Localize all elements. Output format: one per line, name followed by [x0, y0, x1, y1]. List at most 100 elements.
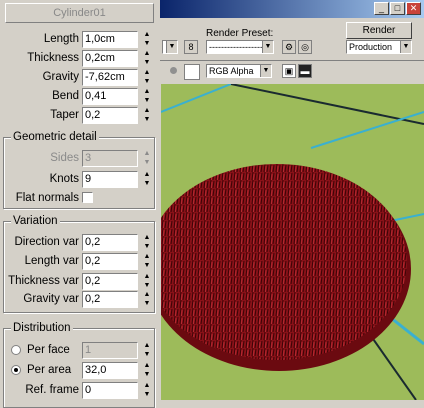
thickness-var-row: Thickness var 0,2 ▲ ▼: [0, 273, 160, 290]
thickness-var-spinner[interactable]: ▲ ▼: [142, 273, 152, 290]
spinner-down-icon[interactable]: ▼: [142, 282, 152, 290]
spinner-up-icon[interactable]: ▲: [142, 382, 152, 390]
per-face-spinner[interactable]: ▲ ▼: [142, 342, 152, 359]
per-face-radio[interactable]: [11, 345, 21, 355]
mono-icon[interactable]: ▣: [282, 64, 296, 78]
sides-spinner[interactable]: ▲ ▼: [142, 150, 152, 167]
direction-var-label: Direction var: [14, 236, 79, 248]
ref-frame-label: Ref. frame: [25, 384, 79, 396]
gravity-var-input[interactable]: 0,2: [82, 291, 138, 308]
chevron-down-icon: ▼: [260, 65, 271, 77]
length-var-input[interactable]: 0,2: [82, 253, 138, 270]
bend-spinner[interactable]: ▲ ▼: [142, 88, 152, 105]
spinner-down-icon[interactable]: ▼: [142, 78, 152, 86]
spinner-up-icon[interactable]: ▲: [142, 171, 152, 179]
bend-label: Bend: [52, 90, 79, 102]
taper-input[interactable]: 0,2: [82, 107, 138, 124]
spinner-up-icon[interactable]: ▲: [142, 150, 152, 158]
spinner-down-icon[interactable]: ▼: [142, 40, 152, 48]
length-input[interactable]: 1,0cm: [82, 31, 138, 48]
gravity-input[interactable]: -7,62cm: [82, 69, 138, 86]
spinner-down-icon[interactable]: ▼: [142, 262, 152, 270]
spinner-up-icon[interactable]: ▲: [142, 234, 152, 242]
ref-frame-input[interactable]: 0: [82, 382, 138, 399]
object-name-button[interactable]: Cylinder01: [5, 3, 154, 23]
direction-var-spinner[interactable]: ▲ ▼: [142, 234, 152, 251]
ref-frame-spinner[interactable]: ▲ ▼: [142, 382, 152, 399]
thickness-var-input[interactable]: 0,2: [82, 273, 138, 290]
length-var-spinner[interactable]: ▲ ▼: [142, 253, 152, 270]
knots-spinner[interactable]: ▲ ▼: [142, 171, 152, 188]
maximize-icon[interactable]: □: [390, 2, 405, 15]
ref-frame-row: Ref. frame 0 ▲ ▼: [0, 382, 160, 399]
channel-dropdown[interactable]: RGB Alpha ▼: [206, 64, 272, 78]
rendered-scene: [161, 84, 424, 400]
per-area-spinner[interactable]: ▲ ▼: [142, 362, 152, 379]
lock-icon[interactable]: 8: [184, 40, 198, 54]
per-face-input[interactable]: 1: [82, 342, 138, 359]
render-mode-dropdown[interactable]: Production ▼: [346, 40, 412, 54]
spinner-up-icon[interactable]: ▲: [142, 342, 152, 350]
spinner-down-icon[interactable]: ▼: [142, 59, 152, 67]
length-spinner[interactable]: ▲ ▼: [142, 31, 152, 48]
taper-label: Taper: [50, 109, 79, 121]
bend-row: Bend 0,41 ▲ ▼: [0, 88, 160, 105]
chevron-down-icon: ▼: [400, 41, 411, 53]
direction-var-input[interactable]: 0,2: [82, 234, 138, 251]
close-icon[interactable]: ✕: [406, 2, 421, 15]
knots-input[interactable]: 9: [82, 171, 138, 188]
render-button[interactable]: Render: [346, 22, 412, 39]
spinner-up-icon[interactable]: ▲: [142, 50, 152, 58]
render-preset-dropdown[interactable]: --------------------- ▼: [206, 40, 274, 54]
chevron-down-icon: ▼: [166, 41, 177, 53]
thickness-input[interactable]: 0,2cm: [82, 50, 138, 67]
length-row: Length 1,0cm ▲ ▼: [0, 31, 160, 48]
spinner-up-icon[interactable]: ▲: [142, 107, 152, 115]
minimize-icon[interactable]: _: [374, 2, 389, 15]
clear-icon[interactable]: ▬: [298, 64, 312, 78]
spinner-up-icon[interactable]: ▲: [142, 253, 152, 261]
bend-input[interactable]: 0,41: [82, 88, 138, 105]
spinner-down-icon[interactable]: ▼: [142, 300, 152, 308]
sides-row: Sides 3 ▲ ▼: [0, 150, 160, 167]
rendered-frame-window: _ □ ✕ ▼ 8 Render Preset: ---------------…: [160, 0, 424, 400]
length-var-label: Length var: [24, 255, 79, 267]
taper-row: Taper 0,2 ▲ ▼: [0, 107, 160, 124]
per-area-radio[interactable]: [11, 365, 21, 375]
spinner-down-icon[interactable]: ▼: [142, 180, 152, 188]
spinner-down-icon[interactable]: ▼: [142, 371, 152, 379]
spinner-down-icon[interactable]: ▼: [142, 351, 152, 359]
thickness-spinner[interactable]: ▲ ▼: [142, 50, 152, 67]
spinner-down-icon[interactable]: ▼: [142, 243, 152, 251]
spinner-up-icon[interactable]: ▲: [142, 362, 152, 370]
chevron-down-icon: ▼: [262, 41, 273, 53]
fur-parameters-panel: Cylinder01 Length 1,0cm ▲ ▼ Thickness 0,2…: [0, 0, 160, 408]
window-titlebar: _ □ ✕: [160, 0, 424, 18]
render-setup-icon[interactable]: ⚙: [282, 40, 296, 54]
spinner-down-icon[interactable]: ▼: [142, 159, 152, 167]
environment-icon[interactable]: ◎: [298, 40, 312, 54]
flat-normals-checkbox[interactable]: [82, 192, 93, 203]
toolbar-divider: [160, 60, 424, 61]
gravity-var-label: Gravity var: [23, 293, 79, 305]
sides-label: Sides: [50, 152, 79, 164]
spinner-up-icon[interactable]: ▲: [142, 31, 152, 39]
area-dropdown[interactable]: ▼: [162, 40, 178, 54]
spinner-down-icon[interactable]: ▼: [142, 391, 152, 399]
gravity-spinner[interactable]: ▲ ▼: [142, 69, 152, 86]
spinner-up-icon[interactable]: ▲: [142, 291, 152, 299]
spinner-up-icon[interactable]: ▲: [142, 69, 152, 77]
color-swatch[interactable]: [184, 64, 200, 80]
channel-value: RGB Alpha: [209, 66, 254, 76]
taper-spinner[interactable]: ▲ ▼: [142, 107, 152, 124]
length-var-row: Length var 0,2 ▲ ▼: [0, 253, 160, 270]
sides-input[interactable]: 3: [82, 150, 138, 167]
gravity-var-spinner[interactable]: ▲ ▼: [142, 291, 152, 308]
render-viewport[interactable]: [161, 84, 424, 400]
length-label: Length: [43, 33, 79, 45]
spinner-down-icon[interactable]: ▼: [142, 97, 152, 105]
spinner-down-icon[interactable]: ▼: [142, 116, 152, 124]
spinner-up-icon[interactable]: ▲: [142, 273, 152, 281]
per-area-input[interactable]: 32,0: [82, 362, 138, 379]
spinner-up-icon[interactable]: ▲: [142, 88, 152, 96]
